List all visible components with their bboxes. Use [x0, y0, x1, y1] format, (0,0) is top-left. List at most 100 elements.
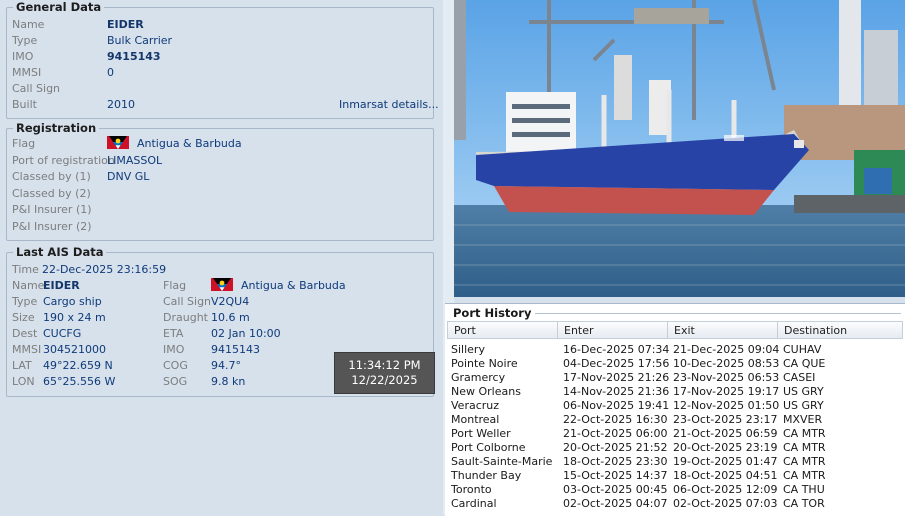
- column-header-port[interactable]: Port: [447, 321, 558, 339]
- enter-cell: 16-Dec-2025 07:34: [563, 343, 670, 356]
- port-cell: New Orleans: [451, 385, 521, 398]
- ais-label: SOG: [163, 375, 188, 388]
- inmarsat-details-link[interactable]: Inmarsat details...: [339, 97, 439, 113]
- table-row[interactable]: Toronto 03-Oct-2025 00:45 06-Oct-2025 12:0…: [451, 483, 901, 497]
- general-label: Type: [12, 34, 38, 47]
- column-header-enter[interactable]: Enter: [557, 321, 668, 339]
- exit-cell: 10-Dec-2025 08:53: [673, 357, 780, 370]
- antigua-flag-icon: [211, 278, 233, 291]
- general-label: Name: [12, 18, 45, 31]
- exit-cell: 21-Oct-2025 06:59: [673, 427, 778, 440]
- table-row[interactable]: Thunder Bay 15-Oct-2025 14:37 18-Oct-2025 …: [451, 469, 901, 483]
- ais-label: Type: [12, 295, 38, 308]
- vessel-details-panel: General Data Name EIDER Type Bulk Carrier IM…: [0, 0, 443, 515]
- exit-cell: 12-Nov-2025 01:50: [673, 399, 780, 412]
- exit-cell: 21-Dec-2025 09:04: [673, 343, 780, 356]
- registration-legend: Registration: [16, 121, 97, 135]
- table-row[interactable]: Cardinal 02-Oct-2025 04:07 02-Oct-2025 07:…: [451, 497, 901, 511]
- exit-cell: 23-Nov-2025 06:53: [673, 371, 780, 384]
- general-label: MMSI: [12, 66, 42, 79]
- enter-cell: 22-Oct-2025 16:30: [563, 413, 668, 426]
- table-row[interactable]: Sillery 16-Dec-2025 07:34 21-Dec-2025 09:0…: [451, 343, 901, 357]
- ais-value: V2QU4: [211, 295, 250, 308]
- registration-label: Port of registration: [12, 153, 115, 167]
- enter-cell: 02-Oct-2025 04:07: [563, 497, 668, 510]
- port-cell: Sillery: [451, 343, 485, 356]
- table-row[interactable]: Veracruz 06-Nov-2025 19:41 12-Nov-2025 01:…: [451, 399, 901, 413]
- port-cell: Veracruz: [451, 399, 500, 412]
- general-value: 9415143: [107, 50, 161, 63]
- destination-cell: CA THU: [783, 483, 825, 496]
- column-header-exit[interactable]: Exit: [667, 321, 778, 339]
- port-cell: Cardinal: [451, 497, 497, 510]
- general-label: Built: [12, 98, 37, 111]
- ais-label: ETA: [163, 327, 184, 340]
- enter-cell: 21-Oct-2025 06:00: [563, 427, 668, 440]
- last-ais-legend: Last AIS Data: [16, 245, 104, 259]
- destination-cell: US GRY: [783, 399, 824, 412]
- ais-label: COG: [163, 359, 188, 372]
- ais-flag-name: Antigua & Barbuda: [241, 279, 346, 292]
- exit-cell: 18-Oct-2025 04:51: [673, 469, 778, 482]
- clock-time: 11:34:12 PM: [348, 358, 421, 372]
- enter-cell: 14-Nov-2025 21:36: [563, 385, 670, 398]
- registration-flag: Antigua & Barbuda: [107, 136, 242, 152]
- general-value: EIDER: [107, 18, 144, 31]
- ais-time-label: Time: [12, 263, 39, 276]
- general-label: Call Sign: [12, 82, 61, 95]
- destination-cell: MXVER: [783, 413, 823, 426]
- ais-label: IMO: [163, 343, 185, 356]
- ais-value: 65°25.556 W: [43, 375, 116, 388]
- general-value: 0: [107, 66, 114, 79]
- ais-value: 10.6 m: [211, 311, 250, 324]
- ais-value: Cargo ship: [43, 295, 102, 308]
- port-cell: Port Weller: [451, 427, 511, 440]
- ais-label: LON: [12, 375, 35, 388]
- table-row[interactable]: New Orleans 14-Nov-2025 21:36 17-Nov-2025 …: [451, 385, 901, 399]
- registration-label: Flag: [12, 137, 36, 150]
- port-cell: Port Colborne: [451, 441, 526, 454]
- ais-value: 02 Jan 10:00: [211, 327, 281, 340]
- exit-cell: 23-Oct-2025 23:17: [673, 413, 778, 426]
- exit-cell: 17-Nov-2025 19:17: [673, 385, 780, 398]
- enter-cell: 20-Oct-2025 21:52: [563, 441, 668, 454]
- destination-cell: CA MTR: [783, 427, 826, 440]
- column-header-destination[interactable]: Destination: [777, 321, 903, 339]
- registration-label: P&I Insurer (2): [12, 219, 92, 233]
- ais-label: Dest: [12, 327, 38, 340]
- ais-value: EIDER: [43, 279, 80, 292]
- ais-label: Draught: [163, 311, 208, 324]
- ais-label: Flag: [163, 279, 187, 292]
- registration-value: LIMASSOL: [107, 153, 163, 167]
- ais-value: 9415143: [211, 343, 260, 356]
- port-cell: Sault-Sainte-Marie: [451, 455, 553, 468]
- vessel-photo: [454, 0, 905, 297]
- registration-label: Classed by (2): [12, 186, 91, 200]
- general-label: IMO: [12, 50, 34, 63]
- enter-cell: 04-Dec-2025 17:56: [563, 357, 670, 370]
- port-cell: Gramercy: [451, 371, 506, 384]
- table-row[interactable]: Port Weller 21-Oct-2025 06:00 21-Oct-2025 …: [451, 427, 901, 441]
- destination-cell: CA MTR: [783, 441, 826, 454]
- ais-label: LAT: [12, 359, 32, 372]
- ais-label: Name: [12, 279, 45, 292]
- enter-cell: 15-Oct-2025 14:37: [563, 469, 668, 482]
- port-cell: Pointe Noire: [451, 357, 518, 370]
- table-row[interactable]: Montreal 22-Oct-2025 16:30 23-Oct-2025 23:…: [451, 413, 901, 427]
- ais-time-value: 22-Dec-2025 23:16:59: [42, 263, 167, 276]
- exit-cell: 20-Oct-2025 23:19: [673, 441, 778, 454]
- ais-label: Size: [12, 311, 35, 324]
- ais-label: Call Sign: [163, 295, 212, 308]
- exit-cell: 19-Oct-2025 01:47: [673, 455, 778, 468]
- enter-cell: 18-Oct-2025 23:30: [563, 455, 668, 468]
- enter-cell: 03-Oct-2025 00:45: [563, 483, 668, 496]
- registration-value: DNV GL: [107, 170, 150, 183]
- table-row[interactable]: Sault-Sainte-Marie 18-Oct-2025 23:30 19-Oc…: [451, 455, 901, 469]
- ais-value: 190 x 24 m: [43, 311, 106, 324]
- clock-tooltip: 11:34:12 PM 12/22/2025: [334, 352, 435, 394]
- table-row[interactable]: Port Colborne 20-Oct-2025 21:52 20-Oct-202…: [451, 441, 901, 455]
- ais-label: MMSI: [12, 343, 42, 356]
- table-row[interactable]: Pointe Noire 04-Dec-2025 17:56 10-Dec-2025…: [451, 357, 901, 371]
- table-row[interactable]: Gramercy 17-Nov-2025 21:26 23-Nov-2025 06:…: [451, 371, 901, 385]
- enter-cell: 17-Nov-2025 21:26: [563, 371, 670, 384]
